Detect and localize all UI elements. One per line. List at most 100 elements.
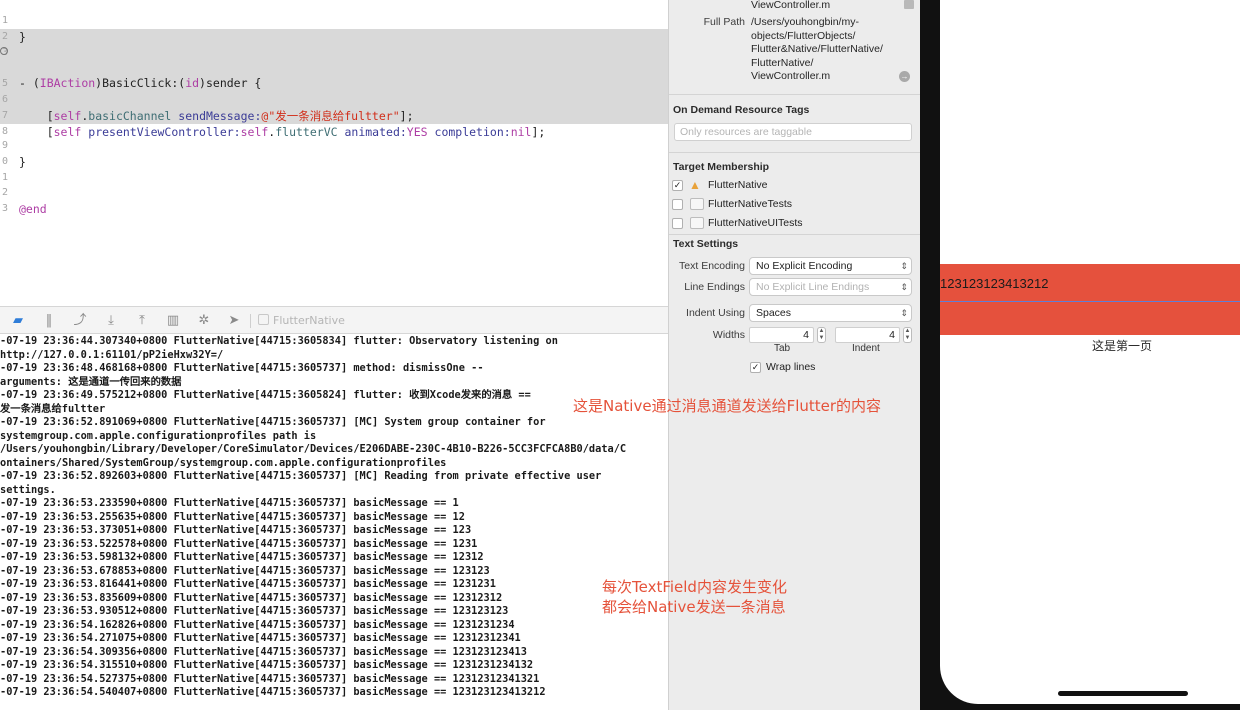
textfield-underline — [940, 301, 1240, 302]
line-endings-value: No Explicit Line Endings — [756, 281, 870, 293]
wrap-lines-checkbox[interactable]: ✓ — [750, 362, 761, 373]
console-line: -07-19 23:36:54.162826+0800 FlutterNativ… — [0, 618, 515, 631]
widths-label: Widths — [712, 329, 745, 341]
code-line[interactable]: 2 @end — [0, 169, 668, 216]
code-line[interactable]: 3 — [0, 185, 668, 214]
target-name: FlutterNativeUITests — [708, 217, 803, 229]
indent-using-select[interactable]: Spaces ⇕ — [749, 304, 912, 322]
annotation-textfield-change: 每次TextField内容发生变化 — [602, 578, 787, 596]
target-membership-title: Target Membership — [673, 161, 770, 173]
pause-icon[interactable]: ‖ — [40, 313, 58, 329]
console-line: -07-19 23:36:54.271075+0800 FlutterNativ… — [0, 632, 521, 644]
console-line: -07-19 23:36:48.468168+0800 FlutterNativ… — [0, 362, 484, 374]
target-name: FlutterNativeTests — [708, 198, 793, 210]
breakpoints-toggle-icon[interactable]: ▰ — [9, 313, 27, 329]
console-line: -07-19 23:36:53.233590+0800 FlutterNativ… — [0, 497, 459, 509]
full-path-line: Flutter&Native/FlutterNative/ — [751, 43, 883, 55]
code-line[interactable]: 0 — [0, 138, 668, 167]
console-line: -07-19 23:36:54.309356+0800 FlutterNativ… — [0, 645, 527, 658]
resource-tags-field[interactable]: Only resources are taggable — [674, 123, 912, 141]
console-line: -07-19 23:36:53.816441+0800 FlutterNativ… — [0, 578, 496, 590]
flutter-textfield[interactable]: 123123123413212 — [940, 264, 1240, 335]
console-line: -07-19 23:36:53.373051+0800 FlutterNativ… — [0, 524, 472, 536]
section-divider — [669, 234, 920, 235]
annotation-textfield-change: 都会给Native发送一条消息 — [602, 598, 786, 616]
line-endings-label: Line Endings — [684, 281, 745, 293]
console-line: -07-19 23:36:53.522578+0800 FlutterNativ… — [0, 537, 478, 550]
console-line: -07-19 23:36:52.892603+0800 FlutterNativ… — [0, 470, 602, 482]
code-line[interactable]: - (IBAction)BasicClick:(id)sender { — [0, 43, 668, 90]
wrap-lines-label: Wrap lines — [766, 361, 816, 373]
chevron-updown-icon: ⇕ — [900, 282, 908, 292]
target-checkbox[interactable] — [672, 199, 683, 210]
indent-width-stepper[interactable]: ▲ ▼ — [903, 327, 912, 343]
indent-using-label: Indent Using — [686, 307, 745, 319]
text-settings-title: Text Settings — [673, 238, 739, 250]
code-line[interactable]: 9 } — [0, 122, 668, 169]
simulator-screen: 123123123413212 这是第一页 — [940, 0, 1240, 704]
console-line: ontainers/Shared/SystemGroup/systemgroup… — [0, 456, 447, 469]
console-line: -07-19 23:36:53.930512+0800 FlutterNativ… — [0, 605, 509, 617]
section-divider — [669, 152, 920, 153]
view-debugger-icon[interactable]: ▥ — [164, 313, 182, 329]
console-line: 发一条消息给fultter — [0, 402, 106, 415]
page-label: 这是第一页 — [1092, 339, 1153, 353]
console-line: -07-19 23:36:53.678853+0800 FlutterNativ… — [0, 564, 490, 577]
target-name: FlutterNative — [708, 179, 768, 191]
code-line[interactable]: 6 [self.basicChannel sendMessage:@"发一条消息… — [0, 76, 668, 123]
console-line: -07-19 23:36:53.835609+0800 FlutterNativ… — [0, 591, 503, 604]
console-line: -07-19 23:36:53.255635+0800 FlutterNativ… — [0, 510, 465, 523]
console-line: settings. — [0, 483, 56, 496]
home-indicator[interactable] — [1058, 691, 1188, 696]
app-target-icon — [258, 314, 269, 325]
textfield-value: 123123123413212 — [940, 276, 1049, 291]
console-line: -07-19 23:36:49.575212+0800 FlutterNativ… — [0, 389, 531, 401]
memory-graph-icon[interactable]: ✲ — [195, 313, 213, 329]
console-line: http://127.0.0.1:61101/pP2ieHxw32Y=/ — [0, 348, 224, 361]
console-line: systemgroup.com.apple.configurationprofi… — [0, 429, 317, 442]
line-endings-select[interactable]: No Explicit Line Endings ⇕ — [749, 278, 912, 296]
code-line[interactable]: 1 } — [0, 0, 668, 44]
debug-target-label: FlutterNative — [273, 314, 345, 327]
simulate-location-icon[interactable]: ➤ — [225, 313, 243, 329]
target-checkbox[interactable] — [672, 218, 683, 229]
step-into-icon[interactable]: ⤓ — [102, 313, 120, 329]
target-checkbox[interactable]: ✓ — [672, 180, 683, 191]
document-icon[interactable] — [904, 0, 914, 9]
line-number: 3 — [1, 203, 8, 214]
file-name: ViewController.m — [751, 0, 831, 11]
chevron-updown-icon: ⇕ — [900, 261, 908, 271]
console-line: -07-19 23:36:54.315510+0800 FlutterNativ… — [0, 659, 534, 671]
indent-caption: Indent — [852, 343, 880, 354]
breakpoint-gutter-icon[interactable] — [0, 47, 8, 55]
step-over-icon[interactable]: ⤴ — [71, 313, 89, 329]
test-bundle-icon — [690, 198, 704, 210]
code-line[interactable]: 7 [self presentViewController:self.flutt… — [0, 92, 668, 139]
debug-toolbar: ▰ ‖ ⤴ ⤓ ⤒ ▥ ✲ ➤ FlutterNative — [0, 306, 668, 334]
debug-console[interactable]: -07-19 23:36:44.307340+0800 FlutterNativ… — [0, 334, 668, 710]
code-line[interactable]: 5 — [0, 60, 668, 89]
indent-width-field[interactable]: 4 — [835, 327, 900, 343]
code-line[interactable]: 2 — [0, 13, 668, 42]
tab-width-stepper[interactable]: ▲ ▼ — [817, 327, 826, 343]
tab-caption: Tab — [774, 343, 791, 354]
console-line: /Users/youhongbin/Library/Developer/Core… — [0, 443, 627, 455]
section-divider — [669, 94, 920, 95]
console-line: -07-19 23:36:44.307340+0800 FlutterNativ… — [0, 335, 558, 347]
text-encoding-select[interactable]: No Explicit Encoding ⇕ — [749, 257, 912, 275]
full-path-line: FlutterNative/ — [751, 56, 814, 69]
full-path-line: ViewController.m — [751, 70, 831, 82]
reveal-in-finder-icon[interactable]: → — [899, 71, 910, 82]
debug-target[interactable]: FlutterNative — [258, 314, 345, 328]
console-line: -07-19 23:36:54.540407+0800 FlutterNativ… — [0, 686, 546, 698]
code-line[interactable]: 1 — [0, 154, 668, 183]
full-path-label: Full Path — [703, 16, 745, 28]
text-encoding-label: Text Encoding — [679, 260, 745, 272]
tab-width-field[interactable]: 4 — [749, 327, 814, 343]
code-editor[interactable]: 1 } 2 3 - (IBAction)BasicClick:(id)sende… — [0, 0, 668, 306]
app-target-icon: ▲ — [689, 178, 701, 192]
console-line: -07-19 23:36:52.891069+0800 FlutterNativ… — [0, 416, 546, 428]
step-out-icon[interactable]: ⤒ — [133, 313, 151, 329]
toolbar-divider — [250, 314, 251, 328]
console-line: -07-19 23:36:53.598132+0800 FlutterNativ… — [0, 551, 484, 563]
